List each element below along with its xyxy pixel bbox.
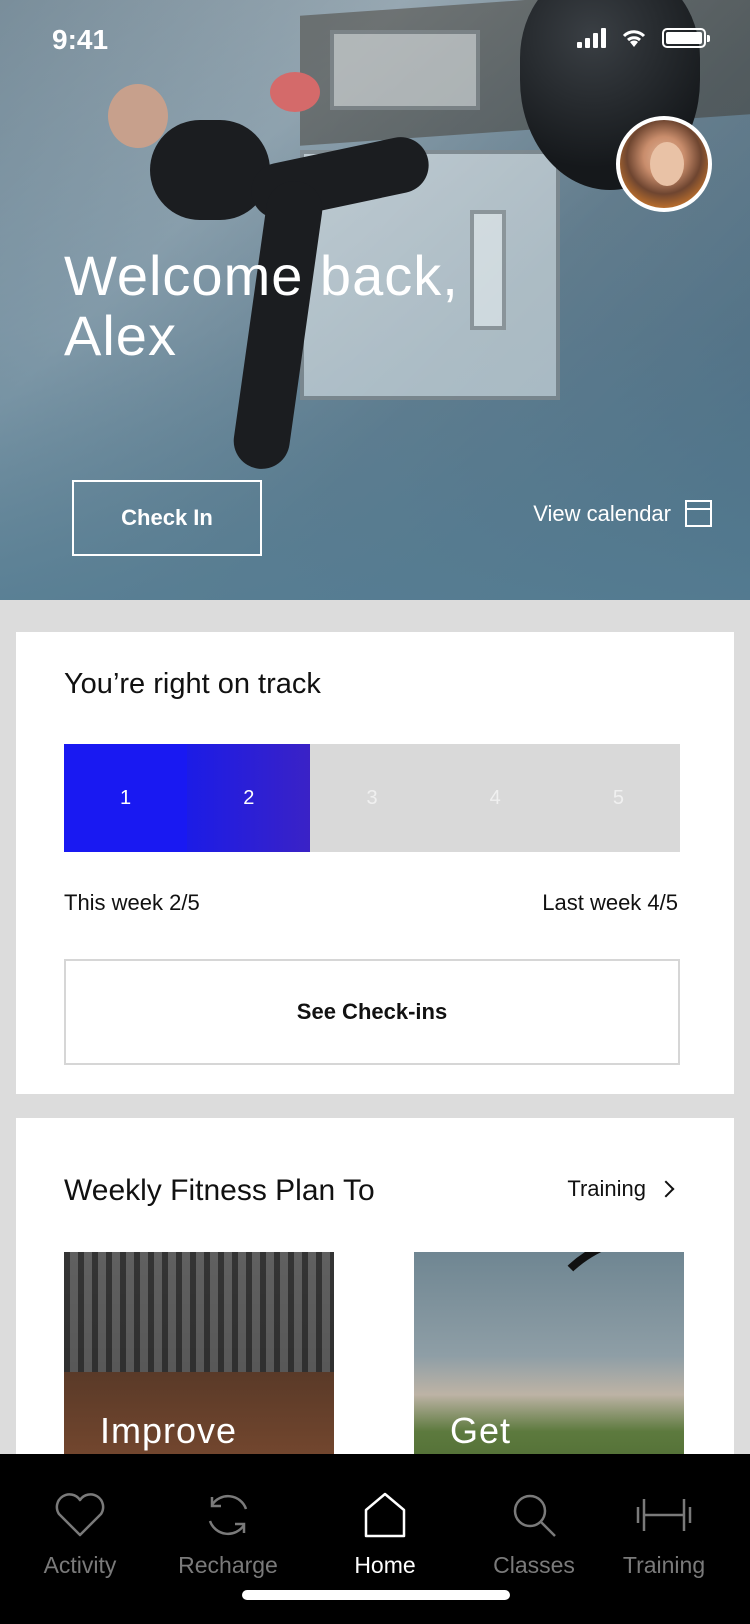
dumbbell-icon (636, 1499, 692, 1531)
tab-recharge-label: Recharge (178, 1552, 278, 1578)
home-icon (364, 1492, 406, 1538)
plan-card-stronger-label: Get Stronger (450, 1410, 596, 1459)
background-door (470, 210, 506, 330)
calendar-icon (685, 500, 712, 527)
progress-segment-5: 5 (612, 786, 624, 809)
progress-segment-2: 2 (187, 744, 311, 852)
track-title: You’re right on track (64, 668, 321, 700)
signal-icon (577, 28, 606, 48)
heart-icon (55, 1493, 105, 1537)
figure-head (108, 84, 168, 148)
training-link-label: Training (567, 1176, 646, 1201)
tab-training[interactable]: Training (594, 1486, 734, 1579)
training-link[interactable]: Training (567, 1176, 675, 1202)
progress-segment-4: 4 (489, 786, 501, 809)
tab-classes[interactable]: Classes (464, 1486, 604, 1579)
tab-classes-label: Classes (493, 1552, 575, 1578)
status-bar: 9:41 (0, 0, 750, 84)
this-week-count: This week 2/5 (64, 890, 200, 915)
tab-activity[interactable]: Activity (10, 1486, 150, 1579)
check-in-button[interactable]: Check In (72, 480, 262, 556)
tab-training-label: Training (622, 1552, 706, 1578)
view-calendar-link[interactable]: View calendar (533, 500, 712, 527)
tab-home-label: Home (354, 1552, 416, 1578)
search-icon (513, 1494, 556, 1537)
tab-home[interactable]: Home (315, 1486, 455, 1579)
figure-torso (150, 120, 270, 220)
weekly-progress-bar: 1 2 3 4 5 (64, 744, 680, 852)
view-calendar-label: View calendar (533, 500, 671, 526)
fitness-plan-card: Weekly Fitness Plan To Training Improve … (16, 1118, 734, 1458)
status-icons (577, 28, 710, 48)
plan-card-flexibility-label: Improve Flexibility (100, 1410, 259, 1459)
plan-title: Weekly Fitness Plan To (64, 1174, 375, 1207)
progress-segment-3: 3 (366, 786, 378, 809)
see-checkins-button[interactable]: See Check-ins (64, 959, 680, 1065)
progress-card: You’re right on track 1 2 3 4 5 This wee… (16, 632, 734, 1094)
progress-segment-1: 1 (64, 744, 188, 852)
welcome-line-1: Welcome back, (64, 244, 459, 307)
battery-icon (662, 28, 710, 48)
chevron-right-icon (657, 1180, 675, 1198)
tab-activity-label: Activity (43, 1552, 117, 1578)
week-summary: This week 2/5 Last week 4/5 (64, 890, 678, 916)
refresh-icon (208, 1494, 248, 1536)
plan-card-flexibility[interactable]: Improve Flexibility (64, 1252, 334, 1458)
home-indicator[interactable] (242, 1590, 510, 1600)
plan-card-stronger[interactable]: Get Stronger (414, 1252, 684, 1458)
welcome-heading: Welcome back, Alex (64, 246, 459, 366)
welcome-line-2: Alex (64, 304, 177, 367)
plan-card-stronger-line-1: Get (450, 1410, 512, 1451)
hero-banner: 9:41 Welcome back, Alex Check In View ca… (0, 0, 750, 600)
plan-card-flexibility-line-1: Improve (100, 1410, 238, 1451)
last-week-count: Last week 4/5 (542, 890, 678, 915)
tab-recharge[interactable]: Recharge (158, 1486, 298, 1579)
avatar[interactable] (616, 116, 712, 212)
status-time: 9:41 (52, 24, 109, 55)
wifi-icon (622, 30, 646, 47)
